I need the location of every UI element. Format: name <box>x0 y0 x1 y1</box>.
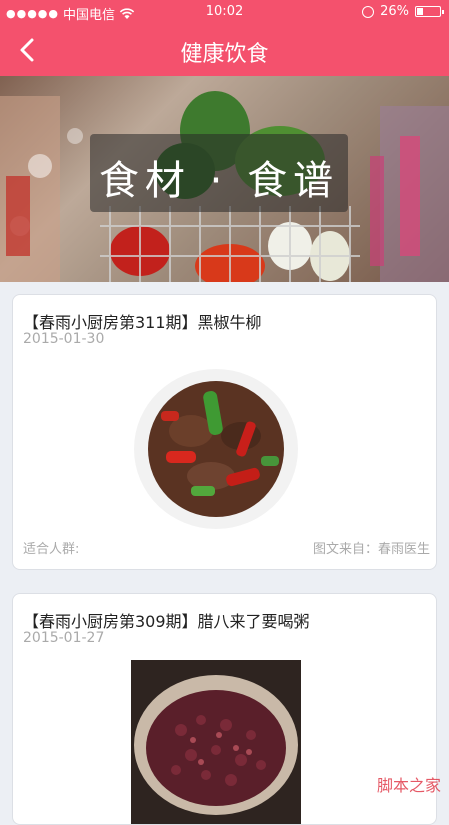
audience-label: 适合人群: <box>23 542 80 557</box>
status-bar: ●●●●● 中国电信 10:02 26% <box>0 0 449 24</box>
article-card[interactable]: 【春雨小厨房第311期】黑椒牛柳 2015-01-30 适合人群: 图文来自：春… <box>12 294 437 570</box>
congee-image <box>131 660 301 824</box>
beef-dish-image <box>131 361 301 531</box>
banner-caption-box: 食材 · 食谱 <box>90 134 348 212</box>
article-thumbnail <box>131 361 301 531</box>
watermark: 脚本之家 <box>376 776 441 795</box>
article-date: 2015-01-27 <box>23 630 105 646</box>
page-title: 健康饮食 <box>180 42 269 67</box>
battery-percent: 26% <box>380 4 409 19</box>
article-card[interactable]: 【春雨小厨房第309期】腊八来了要喝粥 2015-01-27 <box>12 593 437 825</box>
article-title: 【春雨小厨房第309期】腊八来了要喝粥 <box>23 612 310 631</box>
banner-caption: 食材 · 食谱 <box>98 158 340 204</box>
banner[interactable]: 食材 · 食谱 <box>0 76 449 282</box>
article-date: 2015-01-30 <box>23 331 105 347</box>
article-thumbnail <box>131 660 301 824</box>
source-label: 图文来自：春雨医生 <box>312 542 430 557</box>
navigation-bar: 健康饮食 <box>0 24 449 76</box>
battery-icon <box>415 6 444 17</box>
orientation-lock-icon <box>362 5 375 18</box>
article-title: 【春雨小厨房第311期】黑椒牛柳 <box>23 313 262 332</box>
